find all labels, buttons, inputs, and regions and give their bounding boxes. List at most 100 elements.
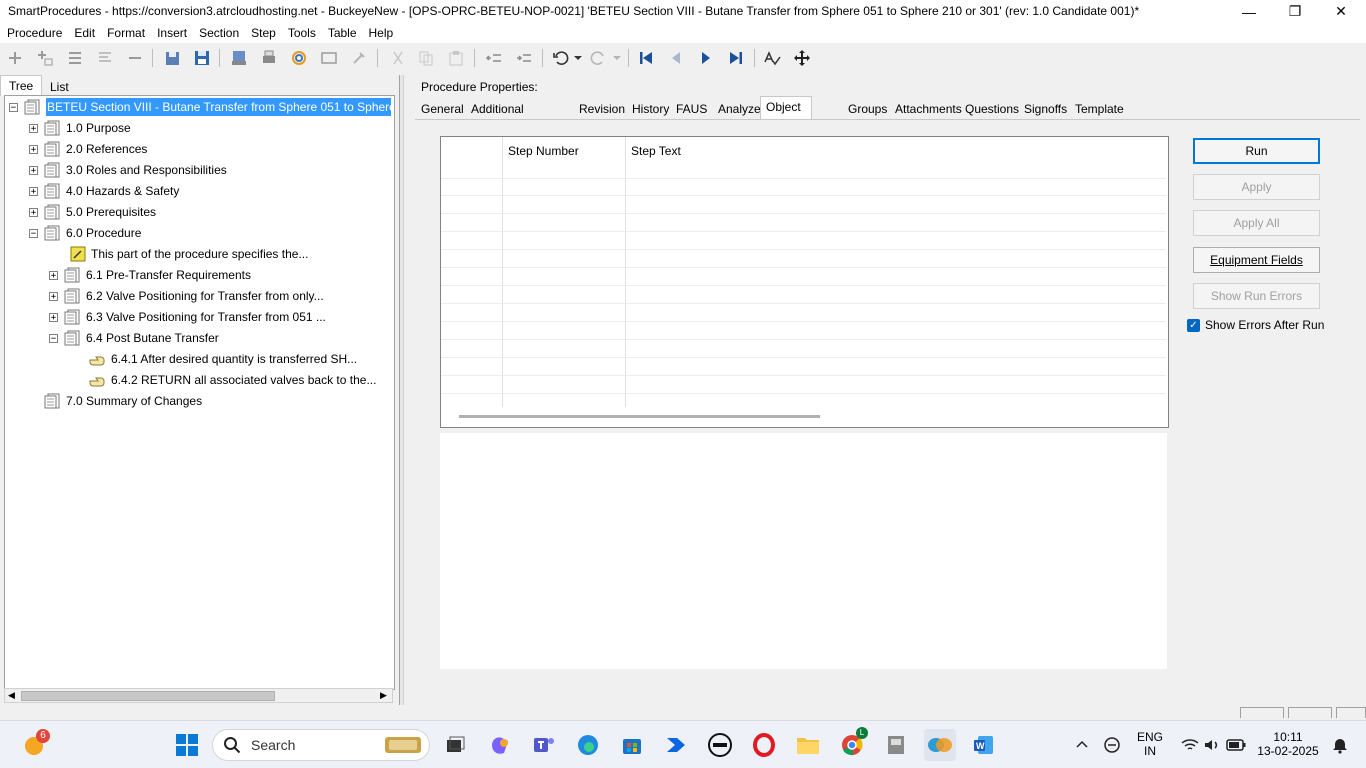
tree-item-pre-transfer[interactable]: + 6.1 Pre-Transfer Requirements [49,265,251,285]
menu-insert[interactable]: Insert [150,26,192,40]
tree-item-references[interactable]: + 2.0 References [29,139,147,159]
last-icon[interactable] [726,48,746,68]
undo-icon[interactable] [550,48,570,68]
tab-object-locator[interactable]: Object Locator [760,96,813,134]
menu-section[interactable]: Section [192,26,244,40]
tree-root[interactable]: − BETEU Section VIII - Butane Transfer f… [9,97,391,117]
tab-additional-properties[interactable]: Additional Properties [466,99,531,136]
tab-analyze[interactable]: Analyze [713,99,766,119]
app-icon[interactable] [880,729,912,761]
tree-item-post-transfer[interactable]: − 6.4 Post Butane Transfer [49,328,219,348]
redo-dropdown-icon[interactable] [607,48,627,68]
expand-icon[interactable]: + [29,186,38,196]
expand-icon[interactable]: + [29,165,38,175]
weather-widget[interactable]: 6 [18,729,50,761]
task-view-icon[interactable] [439,729,471,761]
tab-general[interactable]: General [416,99,469,119]
start-button[interactable] [171,729,203,761]
tree-item-purpose[interactable]: + 1.0 Purpose [29,118,131,138]
tab-signoffs[interactable]: Signoffs [1019,99,1072,119]
grid-horizontal-scrollbar[interactable] [459,415,820,418]
dell-icon[interactable] [704,729,736,761]
tree-item-note[interactable]: This part of the procedure specifies the… [69,244,308,264]
first-icon[interactable] [636,48,656,68]
scroll-right-icon[interactable]: ▶ [380,690,387,701]
cut-icon[interactable] [388,48,408,68]
tab-list[interactable]: List [42,77,77,97]
copy-icon[interactable] [416,48,436,68]
save-icon[interactable] [192,48,212,68]
smartprocedures-taskbar-icon[interactable] [924,729,956,761]
network-status-icon[interactable] [1096,729,1128,761]
tab-template[interactable]: Template [1070,99,1129,119]
next-icon[interactable] [696,48,716,68]
scroll-thumb[interactable] [21,691,275,701]
tree-item-procedure[interactable]: − 6.0 Procedure [29,223,141,243]
tab-questions[interactable]: Questions [960,99,1024,119]
tab-faus[interactable]: FAUS [671,99,712,119]
procedure-tree[interactable]: − BETEU Section VIII - Butane Transfer f… [4,95,395,690]
indent-icon[interactable] [514,48,534,68]
menu-step[interactable]: Step [244,26,281,40]
expand-icon[interactable]: + [49,270,58,280]
add-icon[interactable] [5,48,25,68]
menu-help[interactable]: Help [362,26,399,40]
menu-tools[interactable]: Tools [281,26,321,40]
tree-item-valve-positioning-only[interactable]: + 6.2 Valve Positioning for Transfer fro… [49,286,324,306]
menu-format[interactable]: Format [100,26,150,40]
panel-splitter[interactable] [399,75,404,705]
move-icon[interactable] [792,48,812,68]
tab-revision[interactable]: Revision [574,99,630,119]
redo-icon[interactable] [589,48,609,68]
teams-icon[interactable] [528,729,560,761]
previous-icon[interactable] [666,48,686,68]
sync-icon[interactable] [289,48,309,68]
chevron-up-icon[interactable] [1066,729,1098,761]
power-automate-icon[interactable] [660,729,692,761]
expand-icon[interactable]: + [49,312,58,322]
tab-tree[interactable]: Tree [0,75,43,96]
paragraph-icon[interactable] [95,48,115,68]
tree-item-valve-positioning-051[interactable]: + 6.3 Valve Positioning for Transfer fro… [49,307,326,327]
restore-button[interactable]: ❐ [1272,0,1318,23]
language-indicator[interactable]: ENG IN [1132,730,1168,758]
tab-attachments[interactable]: Attachments [890,99,967,119]
menu-edit[interactable]: Edit [67,26,100,40]
expand-icon[interactable]: + [49,291,58,301]
menu-procedure[interactable]: Procedure [0,26,67,40]
collapse-icon[interactable]: − [49,333,58,343]
edge-icon[interactable] [572,729,604,761]
column-header-step-number[interactable]: Step Number [508,137,579,165]
notifications-icon[interactable] [1324,729,1356,761]
outdent-icon[interactable] [484,48,504,68]
tree-horizontal-scrollbar[interactable]: ◀ ▶ [4,688,393,703]
run-button[interactable]: Run [1193,138,1320,164]
print-icon[interactable] [259,48,279,68]
paste-icon[interactable] [446,48,466,68]
object-locator-grid[interactable]: Step Number Step Text [440,136,1169,428]
expand-icon[interactable]: + [29,144,38,154]
show-run-errors-button[interactable]: Show Run Errors [1193,283,1320,309]
tree-item-prerequisites[interactable]: + 5.0 Prerequisites [29,202,156,222]
battery-icon[interactable] [1220,729,1252,761]
add-child-icon[interactable] [35,48,55,68]
collapse-icon[interactable]: − [29,228,38,238]
file-explorer-icon[interactable] [792,729,824,761]
chrome-icon[interactable]: L [836,727,868,761]
apply-all-button[interactable]: Apply All [1193,210,1320,236]
show-errors-after-run-checkbox[interactable]: ✓ Show Errors After Run [1187,318,1324,332]
tree-item-step-641[interactable]: 6.4.1 After desired quantity is transfer… [89,349,357,369]
minimize-button[interactable]: — [1226,0,1272,23]
tree-item-hazards[interactable]: + 4.0 Hazards & Safety [29,181,179,201]
menu-table[interactable]: Table [321,26,362,40]
checkmark-icon[interactable]: ✓ [1187,318,1200,332]
tools-icon[interactable] [349,48,369,68]
clock[interactable]: 10:11 13-02-2025 [1254,730,1322,758]
opera-icon[interactable] [748,729,780,761]
expand-icon[interactable]: + [29,207,38,217]
publish-icon[interactable] [229,48,249,68]
close-button[interactable]: ✕ [1318,0,1364,23]
tree-item-summary[interactable]: 7.0 Summary of Changes [44,391,202,411]
window-icon[interactable] [319,48,339,68]
tab-groups[interactable]: Groups [843,99,892,119]
